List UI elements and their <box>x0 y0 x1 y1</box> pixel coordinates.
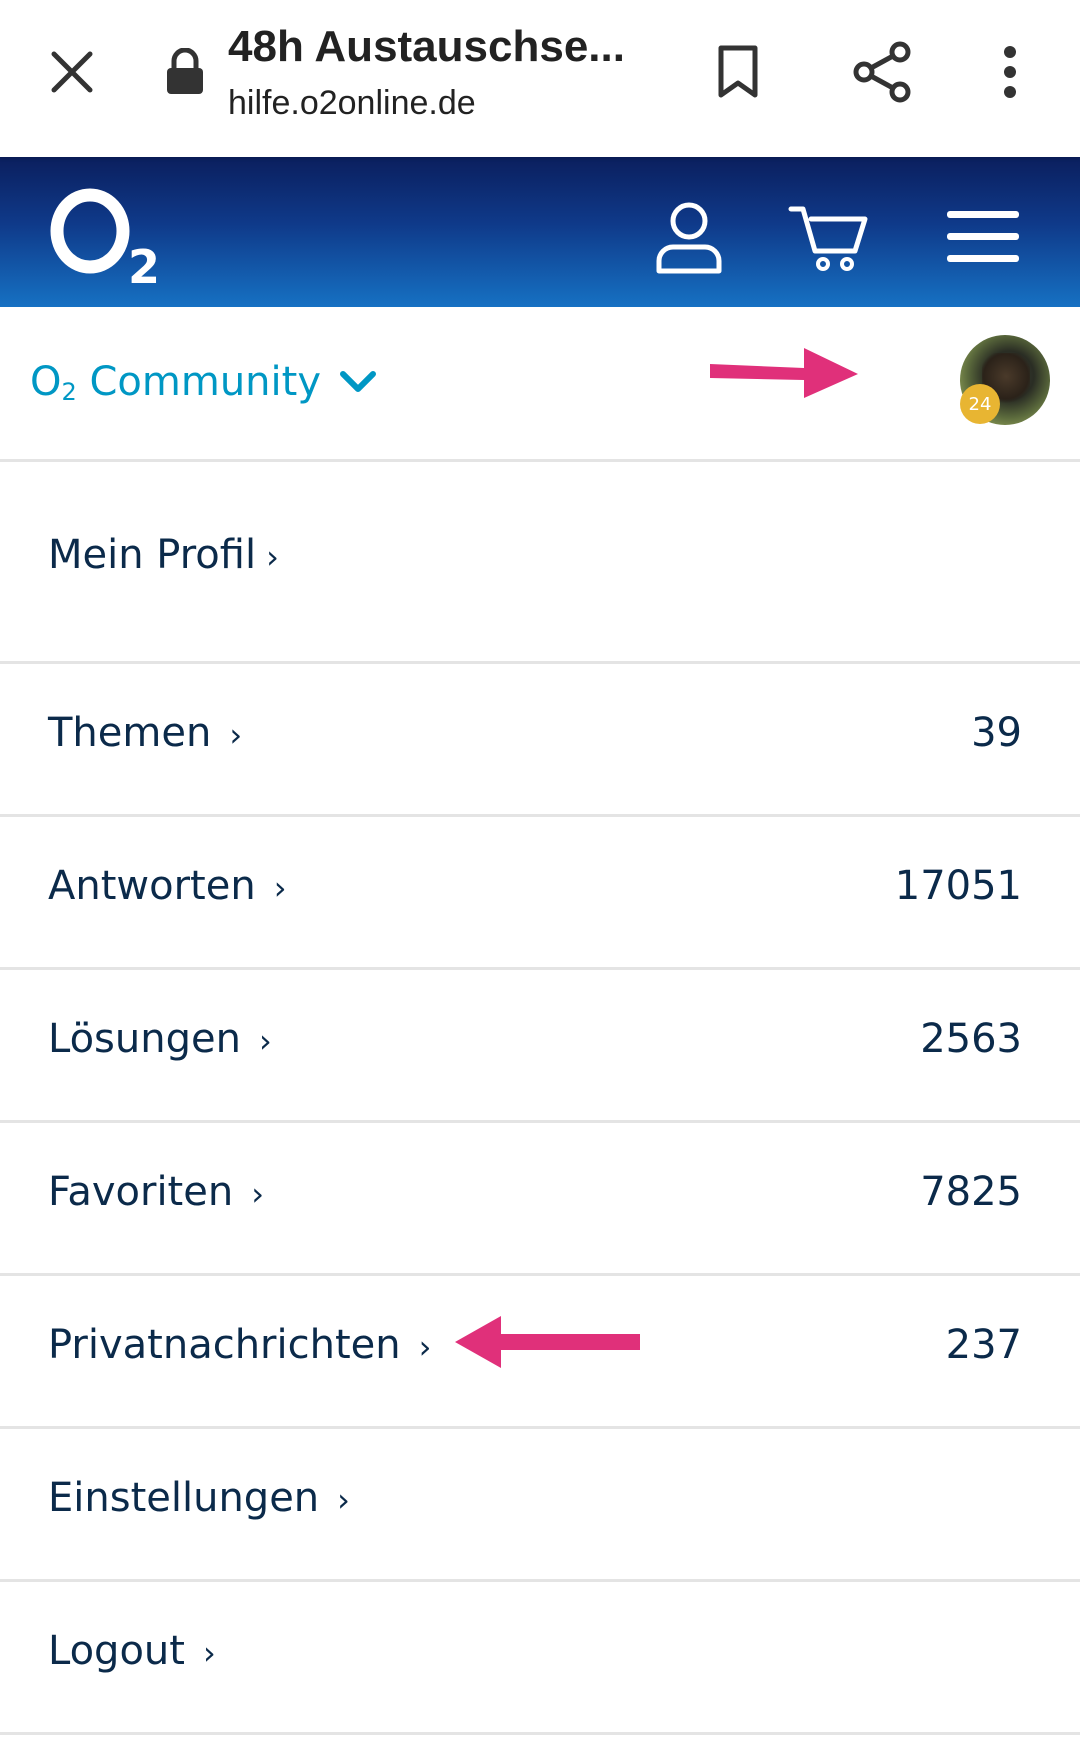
annotation-arrow-right <box>710 348 858 398</box>
menu-item-label: Favoriten › <box>48 1169 264 1215</box>
share-icon <box>853 41 911 103</box>
user-icon <box>656 202 722 274</box>
avatar-badge: 24 <box>960 384 1000 424</box>
browser-toolbar: 48h Austauschse... hilfe.o2online.de <box>0 0 1080 157</box>
menu-item-label: Privatnachrichten › <box>48 1322 431 1368</box>
annotation-arrow-left <box>455 1316 640 1368</box>
menu-item-themen[interactable]: Themen › 39 <box>0 664 1080 817</box>
chevron-right-icon: › <box>337 1481 350 1519</box>
menu-item-label: Mein Profil › <box>48 532 279 578</box>
menu-item-count: 17051 <box>894 863 1022 909</box>
menu-item-favoriten[interactable]: Favoriten › 7825 <box>0 1123 1080 1276</box>
more-options-button[interactable] <box>974 36 1046 108</box>
menu-item-text: Lösungen <box>48 1016 241 1062</box>
bookmark-button[interactable] <box>702 36 774 108</box>
community-label-sub: 2 <box>61 378 77 406</box>
more-vert-icon <box>1004 46 1016 98</box>
menu-item-label: Lösungen › <box>48 1016 272 1062</box>
site-header: 2 <box>0 157 1080 307</box>
menu-item-count: 7825 <box>920 1169 1022 1215</box>
cart-button[interactable] <box>784 197 874 277</box>
chevron-right-icon: › <box>266 538 279 576</box>
menu-button[interactable] <box>938 197 1028 277</box>
chevron-right-icon: › <box>251 1175 264 1213</box>
menu-item-label: Antworten › <box>48 863 286 909</box>
close-icon <box>51 51 93 93</box>
hamburger-icon <box>947 211 1019 262</box>
chevron-right-icon: › <box>273 869 287 907</box>
menu-item-count: 39 <box>971 710 1022 756</box>
community-dropdown[interactable]: O2 Community <box>30 359 377 406</box>
menu-item-text: Einstellungen <box>48 1475 320 1521</box>
chevron-right-icon: › <box>202 1634 216 1672</box>
menu-item-text: Mein Profil <box>48 532 257 578</box>
menu-item-einstellungen[interactable]: Einstellungen › <box>0 1429 1080 1582</box>
menu-item-logout[interactable]: Logout › <box>0 1582 1080 1735</box>
bookmark-icon <box>718 45 758 98</box>
page-title: 48h Austauschse... <box>228 22 625 71</box>
menu-item-loesungen[interactable]: Lösungen › 2563 <box>0 970 1080 1123</box>
account-button[interactable] <box>644 197 734 277</box>
chevron-down-icon <box>339 371 376 392</box>
chevron-right-icon: › <box>418 1328 432 1366</box>
menu-item-label: Themen › <box>48 710 242 756</box>
svg-text:2: 2 <box>128 240 160 287</box>
page-url[interactable]: hilfe.o2online.de <box>228 84 476 123</box>
cart-icon <box>788 206 868 271</box>
profile-menu: Mein Profil › Themen › 39 Antworten › 17051… <box>0 462 1080 1735</box>
menu-item-count: 2563 <box>920 1016 1022 1062</box>
menu-item-text: Favoriten <box>48 1169 234 1215</box>
menu-item-text: Themen <box>48 710 212 756</box>
close-tab-button[interactable] <box>40 40 104 104</box>
share-button[interactable] <box>846 36 918 108</box>
menu-item-text: Privatnachrichten <box>48 1322 401 1368</box>
lock-icon <box>167 48 203 94</box>
menu-item-label: Logout › <box>48 1628 216 1674</box>
menu-item-antworten[interactable]: Antworten › 17051 <box>0 817 1080 970</box>
community-label-text: Community <box>76 359 321 405</box>
menu-item-label: Einstellungen › <box>48 1475 350 1521</box>
o2-logo[interactable]: 2 <box>48 187 168 287</box>
chevron-right-icon: › <box>229 716 243 754</box>
community-label-o: O <box>30 359 62 405</box>
community-bar: O2 Community <box>0 307 1080 462</box>
menu-item-count: 237 <box>945 1322 1022 1368</box>
menu-item-mein-profil[interactable]: Mein Profil › <box>0 462 1080 664</box>
menu-item-text: Logout <box>48 1628 185 1674</box>
menu-item-text: Antworten <box>48 863 256 909</box>
chevron-right-icon: › <box>258 1022 272 1060</box>
